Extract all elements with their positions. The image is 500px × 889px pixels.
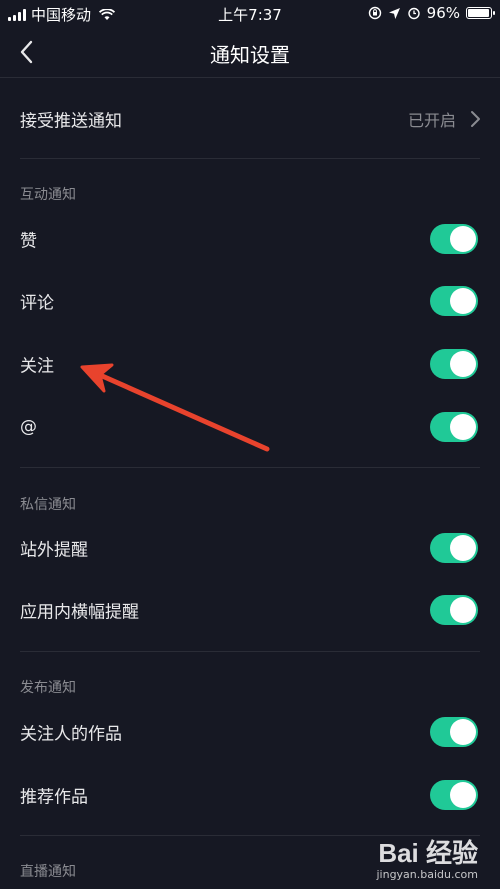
toggle-knob xyxy=(450,288,476,314)
location-icon xyxy=(388,7,400,19)
battery-level xyxy=(468,9,490,17)
watermark-logo: Bai 经验 xyxy=(378,838,478,868)
setting-label-in-app-banner: 应用内横幅提醒 xyxy=(20,602,139,623)
toggle-like[interactable] xyxy=(430,224,478,254)
setting-row-in-app-banner: 应用内横幅提醒 xyxy=(0,579,500,641)
status-right: 96% xyxy=(368,4,495,22)
setting-label-mention: @ xyxy=(20,417,37,437)
section-title-publish: 发布通知 xyxy=(20,680,76,696)
setting-label-follow: 关注 xyxy=(20,356,54,377)
toggle-follow[interactable] xyxy=(430,349,478,379)
toggle-knob xyxy=(450,351,476,377)
setting-label-external-alert: 站外提醒 xyxy=(20,540,88,561)
divider xyxy=(20,158,480,159)
toggle-knob xyxy=(450,535,476,561)
push-notification-row[interactable]: 接受推送通知 已开启 xyxy=(0,88,500,150)
section-title-interaction: 互动通知 xyxy=(20,187,76,203)
toggle-mention[interactable] xyxy=(430,412,478,442)
setting-row-follow: 关注 xyxy=(0,333,500,395)
push-notification-label: 接受推送通知 xyxy=(20,111,122,132)
setting-label-like: 赞 xyxy=(20,231,37,252)
chevron-right-icon xyxy=(471,111,480,127)
alarm-icon xyxy=(407,7,420,20)
push-notification-status: 已开启 xyxy=(407,111,456,130)
status-bar: 中国移动 上午7:37 96% xyxy=(0,0,500,26)
setting-row-like: 赞 xyxy=(0,208,500,270)
orientation-lock-icon xyxy=(368,6,381,20)
section-title-live: 直播通知 xyxy=(20,864,76,880)
toggle-in-app-banner[interactable] xyxy=(430,595,478,625)
toggle-knob xyxy=(450,719,476,745)
page-title: 通知设置 xyxy=(210,43,290,67)
setting-row-mention: @ xyxy=(0,396,500,458)
setting-row-external-alert: 站外提醒 xyxy=(0,517,500,579)
toggle-external-alert[interactable] xyxy=(430,533,478,563)
section-title-message: 私信通知 xyxy=(20,497,76,513)
toggle-knob xyxy=(450,414,476,440)
toggle-recommended-works[interactable] xyxy=(430,780,478,810)
setting-row-recommended-works: 推荐作品 xyxy=(0,764,500,826)
battery-percent: 96% xyxy=(426,4,460,22)
battery-icon xyxy=(466,7,495,19)
setting-label-followed-works: 关注人的作品 xyxy=(20,724,122,745)
setting-label-recommended-works: 推荐作品 xyxy=(20,787,88,808)
baidu-jingyan-watermark: Bai 经验 jingyan.baidu.com xyxy=(376,833,478,881)
divider xyxy=(20,651,480,652)
toggle-comment[interactable] xyxy=(430,286,478,316)
nav-bar: 通知设置 xyxy=(0,26,500,78)
toggle-knob xyxy=(450,226,476,252)
toggle-followed-works[interactable] xyxy=(430,717,478,747)
watermark-url: jingyan.baidu.com xyxy=(376,868,478,881)
divider xyxy=(20,467,480,468)
setting-row-followed-works: 关注人的作品 xyxy=(0,701,500,763)
toggle-knob xyxy=(450,782,476,808)
setting-row-comment: 评论 xyxy=(0,270,500,332)
setting-label-comment: 评论 xyxy=(20,293,54,314)
toggle-knob xyxy=(450,597,476,623)
